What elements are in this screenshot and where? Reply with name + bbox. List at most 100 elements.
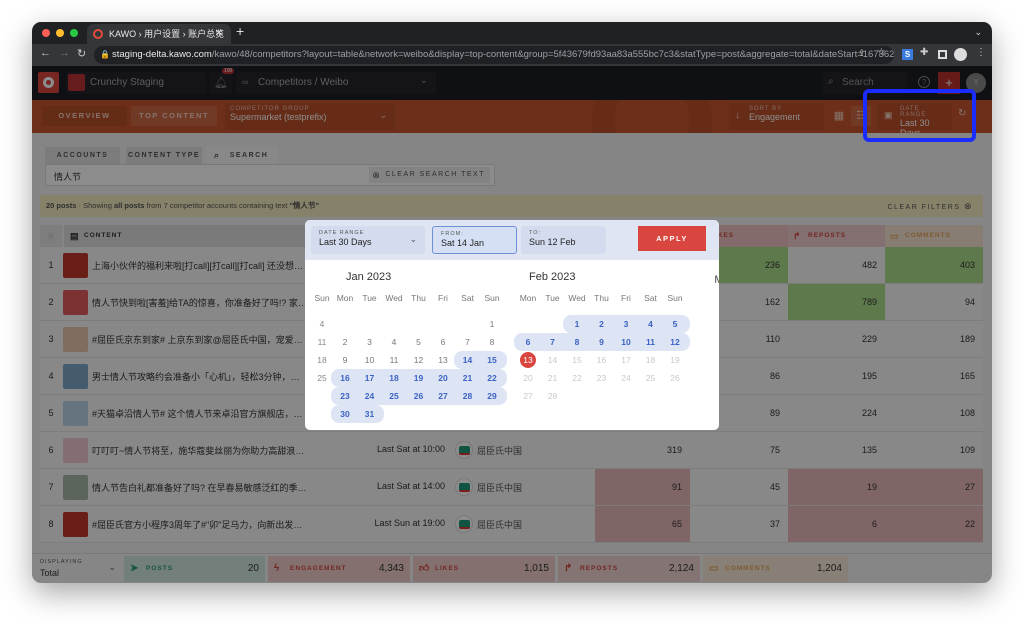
calendar-day-selected[interactable]: 7 xyxy=(541,334,565,350)
url-path: /kawo/48/competitors?layout=table&networ… xyxy=(211,49,894,60)
calendar-day-selected[interactable]: 20 xyxy=(431,370,455,386)
calendar-day-disabled: 28 xyxy=(547,391,558,401)
calendar-day-selected[interactable]: 15 xyxy=(480,352,504,368)
calendar-day[interactable]: 9 xyxy=(333,352,357,368)
url-field[interactable]: 🔒 staging-delta.kawo.com/kawo/48/competit… xyxy=(94,46,894,64)
calendar-day-selected[interactable]: 11 xyxy=(639,334,663,350)
calendar-day[interactable]: 2 xyxy=(333,334,357,350)
calendar-day[interactable]: 11 xyxy=(382,352,406,368)
calendar-day-selected[interactable]: 18 xyxy=(382,370,406,386)
calendar-day-disabled: 15 xyxy=(572,355,582,365)
extension-s-icon[interactable]: S xyxy=(902,49,913,60)
calendar-day-selected[interactable]: 2 xyxy=(590,316,614,332)
calendar-day-selected[interactable]: 6 xyxy=(516,334,540,350)
share-icon[interactable]: ⇪ xyxy=(858,48,866,59)
calendar-day-selected[interactable]: 30 xyxy=(333,406,357,422)
calendar-day-selected[interactable]: 3 xyxy=(614,316,638,332)
calendar-day-selected[interactable]: 21 xyxy=(456,370,480,386)
calendar-day-selected[interactable]: 10 xyxy=(614,334,638,350)
date-range-preset-select[interactable]: DATE RANGE Last 30 Days ⌄ xyxy=(311,226,425,254)
calendar-day-selected[interactable]: 31 xyxy=(358,406,382,422)
chevron-down-icon: ⌄ xyxy=(409,234,417,244)
weekday-header: M xyxy=(714,274,719,286)
lock-icon: 🔒 xyxy=(100,50,110,59)
calendar-day[interactable]: 6 xyxy=(431,334,455,350)
weekday-header: Fri xyxy=(438,293,448,303)
calendar-day-selected[interactable]: 28 xyxy=(456,388,480,404)
calendar-day[interactable]: 7 xyxy=(456,334,480,350)
tab-list-chevron-icon[interactable]: ⌄ xyxy=(974,27,982,38)
calendar-day-disabled: 18 xyxy=(645,355,656,365)
calendar-day-selected[interactable]: 16 xyxy=(333,370,357,386)
back-icon[interactable]: ← xyxy=(40,47,51,59)
calendar-day-disabled: 26 xyxy=(670,373,680,383)
apply-button[interactable]: APPLY xyxy=(638,226,706,251)
calendar-day[interactable]: 12 xyxy=(407,352,431,368)
calendar-day-selected[interactable]: 17 xyxy=(358,370,382,386)
calendar-day-disabled: 20 xyxy=(523,373,533,383)
calendar-day[interactable]: 4 xyxy=(382,334,406,350)
calendar-day-selected[interactable]: 5 xyxy=(663,316,687,332)
calendar-day-disabled: 16 xyxy=(596,355,607,365)
close-tab-icon[interactable]: ✕ xyxy=(215,24,223,44)
extensions-puzzle-icon[interactable]: ✚ xyxy=(920,47,928,58)
annotation-highlight-box xyxy=(863,89,976,142)
forward-icon[interactable]: → xyxy=(59,47,70,59)
date-picker-header: DATE RANGE Last 30 Days ⌄ FROM: Sat 14 J… xyxy=(305,220,719,260)
calendar-day-selected[interactable]: 23 xyxy=(333,388,357,404)
calendar-day-selected[interactable]: 1 xyxy=(565,316,589,332)
kawo-favicon-icon xyxy=(93,29,103,39)
calendar-day-disabled: 14 xyxy=(547,355,558,365)
bookmark-star-icon[interactable]: ☆ xyxy=(877,47,886,58)
weekday-header: Sun xyxy=(484,293,500,303)
weekday-header: Sat xyxy=(461,293,474,303)
profile-icon[interactable] xyxy=(954,48,967,61)
weekday-header: Sat xyxy=(644,293,657,303)
maximize-window-button[interactable] xyxy=(70,29,78,37)
close-window-button[interactable] xyxy=(42,29,50,37)
calendar-day-selected[interactable]: 22 xyxy=(480,370,504,386)
calendar-day-selected[interactable]: 29 xyxy=(480,388,504,404)
calendar-day[interactable]: 10 xyxy=(358,352,382,368)
calendar-day-selected[interactable]: 25 xyxy=(382,388,406,404)
calendar-day-disabled: 21 xyxy=(547,373,558,383)
calendar-day-disabled: 18 xyxy=(317,355,327,365)
calendar-day-selected[interactable]: 27 xyxy=(431,388,455,404)
month-title: Jan 2023 xyxy=(346,271,392,283)
weekday-header: Fri xyxy=(621,293,631,303)
calendar-day-selected[interactable]: 9 xyxy=(590,334,614,350)
calendar-day-selected[interactable]: 19 xyxy=(407,370,431,386)
reload-icon[interactable]: ↻ xyxy=(77,47,86,60)
calendar-day-selected[interactable]: 12 xyxy=(663,334,687,350)
date-range-label: DATE RANGE xyxy=(319,230,365,236)
address-bar: ← → ↻ 🔒 staging-delta.kawo.com/kawo/48/co… xyxy=(32,44,992,66)
browser-tab[interactable]: KAWO › 用户设置 › 账户总览 ✕ xyxy=(87,24,231,44)
calendar-day[interactable]: 1 xyxy=(480,316,504,332)
calendar-day-selected[interactable]: 8 xyxy=(565,334,589,350)
calendar-day-disabled: 27 xyxy=(523,391,533,401)
from-label: FROM: xyxy=(441,231,464,237)
to-date-field[interactable]: TO: Sun 12 Feb xyxy=(521,226,606,254)
calendar-day[interactable]: 5 xyxy=(407,334,431,350)
calendar-day[interactable]: 13 xyxy=(431,352,455,368)
new-tab-button[interactable]: + xyxy=(236,23,244,39)
calendar-day-disabled: 23 xyxy=(596,373,607,383)
calendar-day[interactable]: 3 xyxy=(358,334,382,350)
from-date-field[interactable]: FROM: Sat 14 Jan xyxy=(432,226,517,254)
to-label: TO: xyxy=(529,230,542,236)
minimize-window-button[interactable] xyxy=(56,29,64,37)
menu-kebab-icon[interactable]: ⋮ xyxy=(976,47,986,58)
calendar-day-today[interactable]: 13 xyxy=(516,352,540,368)
from-value: Sat 14 Jan xyxy=(441,238,485,248)
weekday-header: Sun xyxy=(667,293,683,303)
calendar-day-disabled: 25 xyxy=(645,373,656,383)
calendar-day-selected[interactable]: 24 xyxy=(358,388,382,404)
calendar-day-selected[interactable]: 14 xyxy=(456,352,480,368)
weekday-header: Thu xyxy=(594,293,609,303)
sidebar-icon[interactable] xyxy=(938,50,947,59)
calendar-day-selected[interactable]: 4 xyxy=(639,316,663,332)
weekday-header: Wed xyxy=(568,293,586,303)
calendar-day[interactable]: 8 xyxy=(480,334,504,350)
tab-bar: KAWO › 用户设置 › 账户总览 ✕ + ⌄ xyxy=(32,22,992,44)
calendar-day-selected[interactable]: 26 xyxy=(407,388,431,404)
